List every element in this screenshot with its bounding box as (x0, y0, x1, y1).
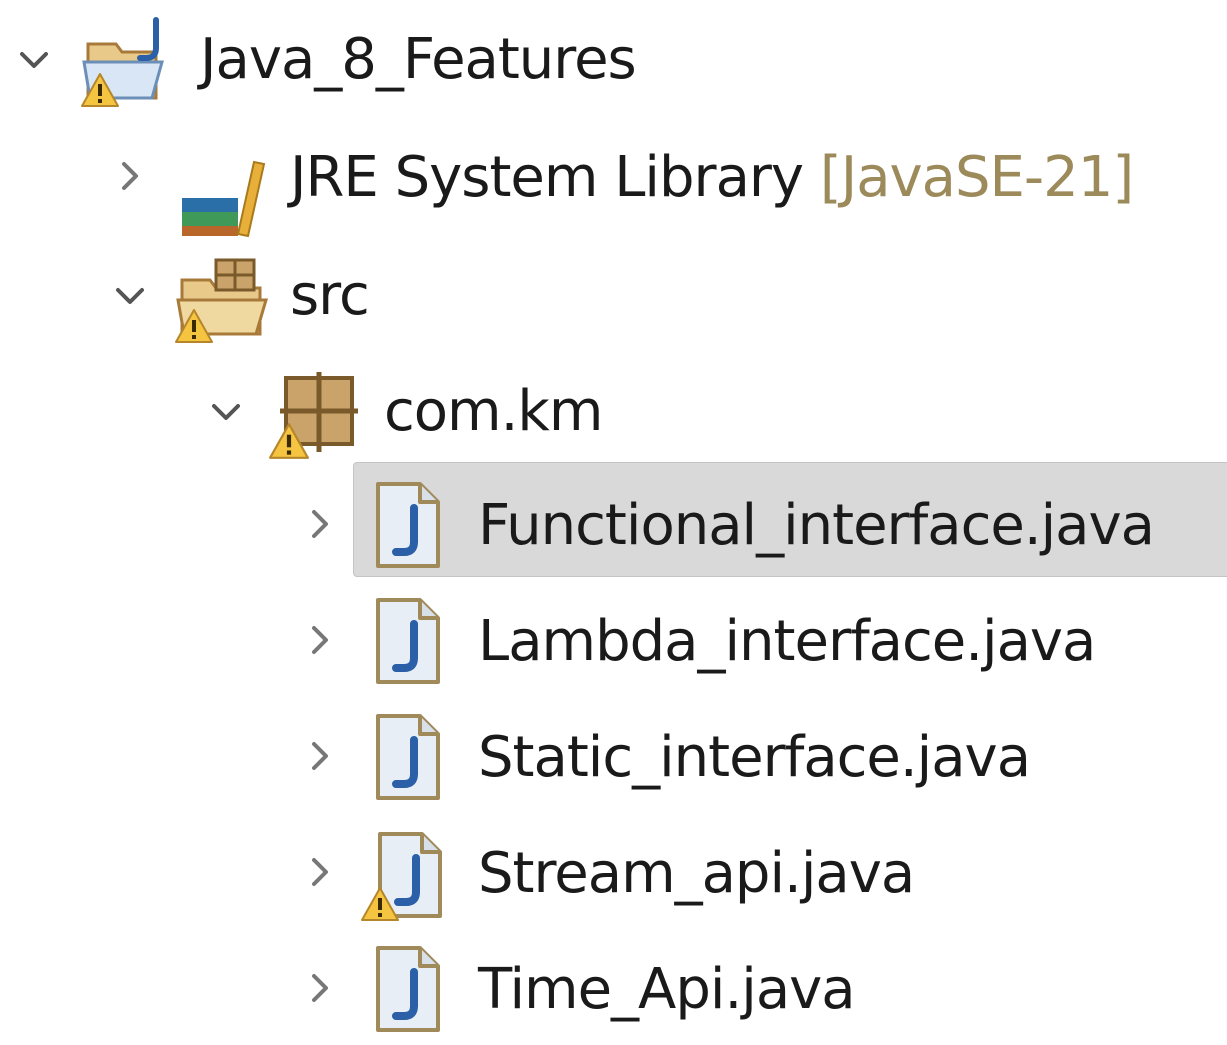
tree-item-package[interactable]: com.km (0, 352, 1227, 467)
chevron-down-icon[interactable] (206, 392, 246, 432)
java-file-icon (374, 480, 444, 570)
source-folder-warning-icon (175, 258, 269, 343)
file-label: Time_Api.java (478, 957, 856, 1022)
library-books-icon (182, 160, 266, 237)
tree-item-file[interactable]: Stream_api.java (0, 814, 1227, 929)
java-file-icon (374, 712, 444, 802)
file-label: Functional_interface.java (478, 493, 1155, 558)
java-file-icon (374, 944, 444, 1034)
chevron-right-icon[interactable] (300, 504, 340, 544)
file-label: Stream_api.java (478, 841, 915, 906)
java-file-warning-icon (361, 828, 450, 921)
tree-item-file[interactable]: Static_interface.java (0, 698, 1227, 813)
chevron-right-icon[interactable] (300, 736, 340, 776)
package-warning-icon (269, 372, 358, 459)
jre-label: JRE System Library [JavaSE-21] (290, 145, 1134, 210)
java-project-warning-icon (81, 17, 164, 107)
file-label: Lambda_interface.java (478, 609, 1096, 674)
src-label: src (290, 263, 370, 328)
tree-item-project[interactable]: Java_8_Features (0, 0, 1227, 115)
chevron-right-icon[interactable] (300, 968, 340, 1008)
tree-item-file[interactable]: Time_Api.java (0, 930, 1227, 1045)
tree-item-src[interactable]: src (0, 236, 1227, 351)
chevron-down-icon[interactable] (14, 40, 54, 80)
jre-version-decoration: [JavaSE-21] (819, 145, 1134, 210)
tree-item-jre-library[interactable]: JRE System Library [JavaSE-21] (0, 118, 1227, 237)
package-explorer-tree: Java_8_Features JRE System Library [Java… (0, 0, 1227, 1026)
project-label: Java_8_Features (200, 27, 637, 92)
package-label: com.km (384, 379, 603, 444)
chevron-right-icon[interactable] (300, 620, 340, 660)
chevron-down-icon[interactable] (110, 276, 150, 316)
java-file-icon (374, 596, 444, 686)
tree-item-file[interactable]: Lambda_interface.java (0, 582, 1227, 697)
file-label: Static_interface.java (478, 725, 1031, 790)
chevron-right-icon[interactable] (110, 156, 150, 196)
tree-item-file[interactable]: Functional_interface.java (0, 466, 1227, 581)
chevron-right-icon[interactable] (300, 852, 340, 892)
